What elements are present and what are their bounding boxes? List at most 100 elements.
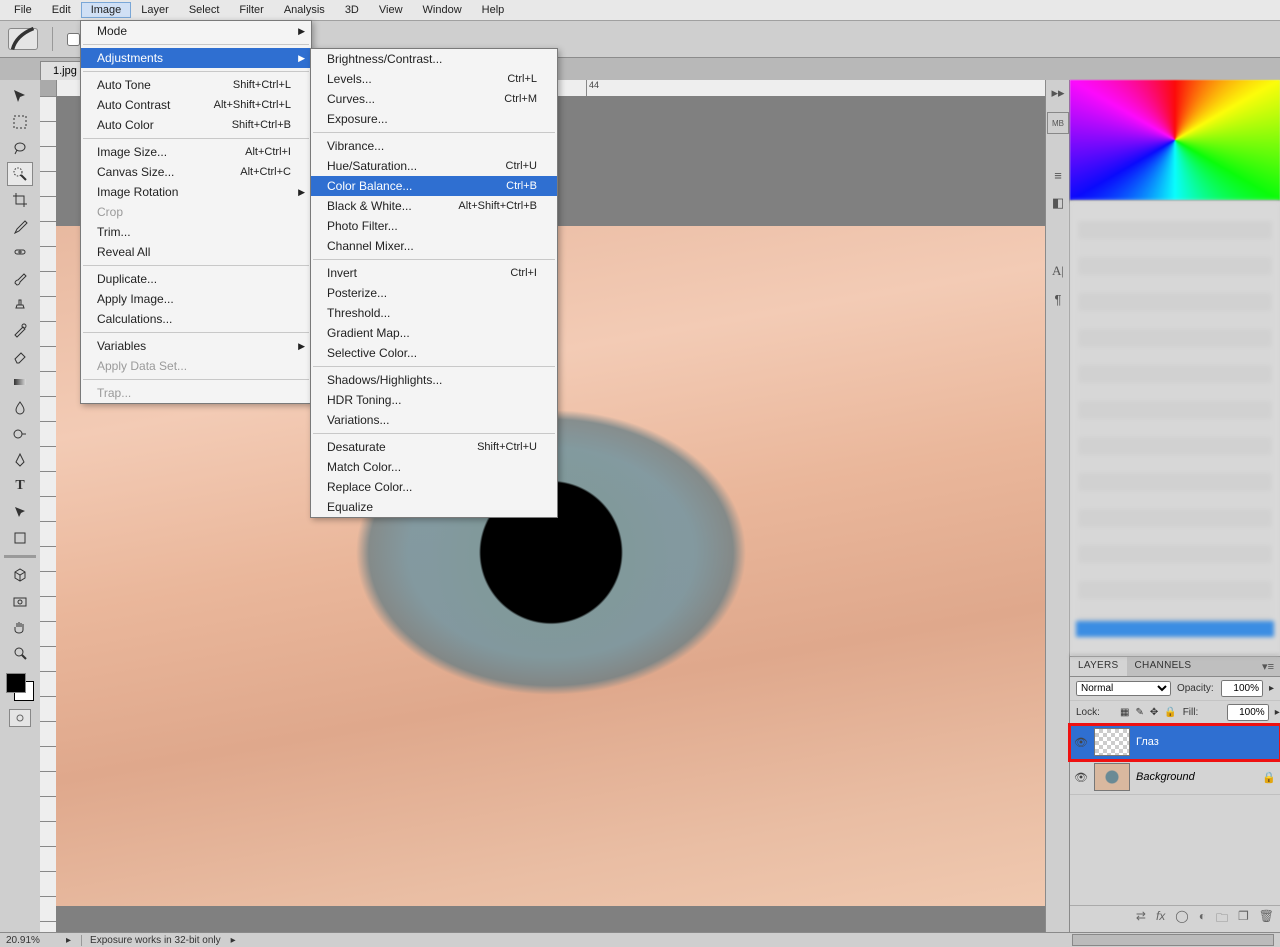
menu-item[interactable]: Black & White...Alt+Shift+Ctrl+B <box>311 196 557 216</box>
menu-help[interactable]: Help <box>472 2 515 18</box>
menu-item[interactable]: Auto ContrastAlt+Shift+Ctrl+L <box>81 95 311 115</box>
menu-edit[interactable]: Edit <box>42 2 81 18</box>
lasso-tool[interactable] <box>7 136 33 160</box>
menu-item[interactable]: InvertCtrl+I <box>311 263 557 283</box>
menu-item[interactable]: Match Color... <box>311 457 557 477</box>
link-layers-icon[interactable]: ⇄ <box>1136 909 1146 930</box>
color-panel[interactable] <box>1070 80 1280 201</box>
brush-tool[interactable] <box>7 266 33 290</box>
status-flyout-icon[interactable]: ▸ <box>66 935 71 946</box>
menu-item[interactable]: Photo Filter... <box>311 216 557 236</box>
layer-mask-icon[interactable]: ◯ <box>1175 909 1188 930</box>
horizontal-scrollbar[interactable] <box>1072 934 1274 946</box>
hand-tool[interactable] <box>7 615 33 639</box>
menu-item[interactable]: Mode▶ <box>81 21 311 41</box>
menu-select[interactable]: Select <box>179 2 230 18</box>
healing-brush-tool[interactable] <box>7 240 33 264</box>
lock-pixels-icon[interactable]: ✎ <box>1135 707 1143 718</box>
layer-name[interactable]: Глаз <box>1136 736 1276 748</box>
dodge-tool[interactable] <box>7 422 33 446</box>
menu-item[interactable]: Image Size...Alt+Ctrl+I <box>81 142 311 162</box>
menu-analysis[interactable]: Analysis <box>274 2 335 18</box>
menu-item[interactable]: Shadows/Highlights... <box>311 370 557 390</box>
quick-selection-tool[interactable] <box>7 162 33 186</box>
menu-file[interactable]: File <box>4 2 42 18</box>
menu-item[interactable]: Image Rotation▶ <box>81 182 311 202</box>
menu-item[interactable]: DesaturateShift+Ctrl+U <box>311 437 557 457</box>
menu-item[interactable]: Auto ToneShift+Ctrl+L <box>81 75 311 95</box>
blend-mode-select[interactable]: Normal <box>1076 681 1171 696</box>
history-panel-blurred[interactable] <box>1070 201 1280 656</box>
tab-channels[interactable]: CHANNELS <box>1127 657 1200 676</box>
path-selection-tool[interactable] <box>7 500 33 524</box>
marquee-tool[interactable] <box>7 110 33 134</box>
opacity-flyout-icon[interactable]: ▸ <box>1269 683 1274 694</box>
type-tool[interactable]: T <box>7 474 33 498</box>
masks-icon[interactable]: ◧ <box>1049 194 1067 212</box>
crop-tool[interactable] <box>7 188 33 212</box>
history-brush-tool[interactable] <box>7 318 33 342</box>
visibility-icon[interactable]: 👁 <box>1074 735 1088 749</box>
menu-item[interactable]: Variations... <box>311 410 557 430</box>
eyedropper-tool[interactable] <box>7 214 33 238</box>
menu-item[interactable]: Duplicate... <box>81 269 311 289</box>
adjustments-icon[interactable]: ≡ <box>1049 166 1067 184</box>
tab-layers[interactable]: LAYERS <box>1070 657 1127 676</box>
layer-item[interactable]: 👁 Глаз <box>1070 725 1280 760</box>
lock-transparent-icon[interactable]: ▦ <box>1120 707 1129 718</box>
menu-3d[interactable]: 3D <box>335 2 369 18</box>
fill-flyout-icon[interactable]: ▸ <box>1275 707 1280 718</box>
menu-image[interactable]: Image <box>81 2 132 18</box>
menu-item[interactable]: Hue/Saturation...Ctrl+U <box>311 156 557 176</box>
menu-item[interactable]: Reveal All <box>81 242 311 262</box>
new-layer-icon[interactable]: ❐ <box>1238 909 1249 930</box>
3d-tool[interactable] <box>7 563 33 587</box>
menu-item[interactable]: Curves...Ctrl+M <box>311 89 557 109</box>
eraser-tool[interactable] <box>7 344 33 368</box>
quick-mask-toggle[interactable] <box>9 709 31 727</box>
menu-item[interactable]: Calculations... <box>81 309 311 329</box>
menu-item[interactable]: Equalize <box>311 497 557 517</box>
visibility-icon[interactable]: 👁 <box>1074 770 1088 784</box>
lock-position-icon[interactable]: ✥ <box>1150 707 1158 718</box>
gradient-tool[interactable] <box>7 370 33 394</box>
menu-item[interactable]: Variables▶ <box>81 336 311 356</box>
menu-item[interactable]: Brightness/Contrast... <box>311 49 557 69</box>
mb-icon[interactable]: MB <box>1047 112 1069 134</box>
clone-stamp-tool[interactable] <box>7 292 33 316</box>
sample-all-layers-checkbox[interactable] <box>67 33 80 46</box>
color-swatches[interactable] <box>6 673 34 701</box>
panel-menu-icon[interactable]: ▾≡ <box>1256 657 1280 676</box>
camera-tool[interactable] <box>7 589 33 613</box>
move-tool[interactable] <box>7 84 33 108</box>
blur-tool[interactable] <box>7 396 33 420</box>
zoom-level[interactable]: 20.91% <box>6 935 56 946</box>
paragraph-icon[interactable]: ¶ <box>1049 290 1067 308</box>
delete-layer-icon[interactable]: 🗑 <box>1259 909 1274 930</box>
brush-preset[interactable] <box>8 28 38 50</box>
foreground-color[interactable] <box>6 673 26 693</box>
menu-item[interactable]: Canvas Size...Alt+Ctrl+C <box>81 162 311 182</box>
menu-item[interactable]: Trim... <box>81 222 311 242</box>
menu-item[interactable]: Color Balance...Ctrl+B <box>311 176 557 196</box>
menu-item[interactable]: Selective Color... <box>311 343 557 363</box>
menu-item[interactable]: HDR Toning... <box>311 390 557 410</box>
menu-filter[interactable]: Filter <box>229 2 273 18</box>
menu-item[interactable]: Channel Mixer... <box>311 236 557 256</box>
menu-item[interactable]: Adjustments▶ <box>81 48 311 68</box>
pen-tool[interactable] <box>7 448 33 472</box>
layer-fx-icon[interactable]: fx <box>1156 909 1165 930</box>
menu-item[interactable]: Auto ColorShift+Ctrl+B <box>81 115 311 135</box>
status-flyout-icon[interactable]: ▸ <box>231 935 236 946</box>
menu-item[interactable]: Gradient Map... <box>311 323 557 343</box>
zoom-tool[interactable] <box>7 641 33 665</box>
menu-layer[interactable]: Layer <box>131 2 179 18</box>
menu-item[interactable]: Levels...Ctrl+L <box>311 69 557 89</box>
menu-item[interactable]: Apply Image... <box>81 289 311 309</box>
menu-item[interactable]: Exposure... <box>311 109 557 129</box>
menu-item[interactable]: Threshold... <box>311 303 557 323</box>
layer-name[interactable]: Background <box>1136 771 1256 783</box>
group-icon[interactable]: 🗀 <box>1216 909 1228 930</box>
menu-view[interactable]: View <box>369 2 413 18</box>
fill-input[interactable] <box>1227 704 1269 721</box>
